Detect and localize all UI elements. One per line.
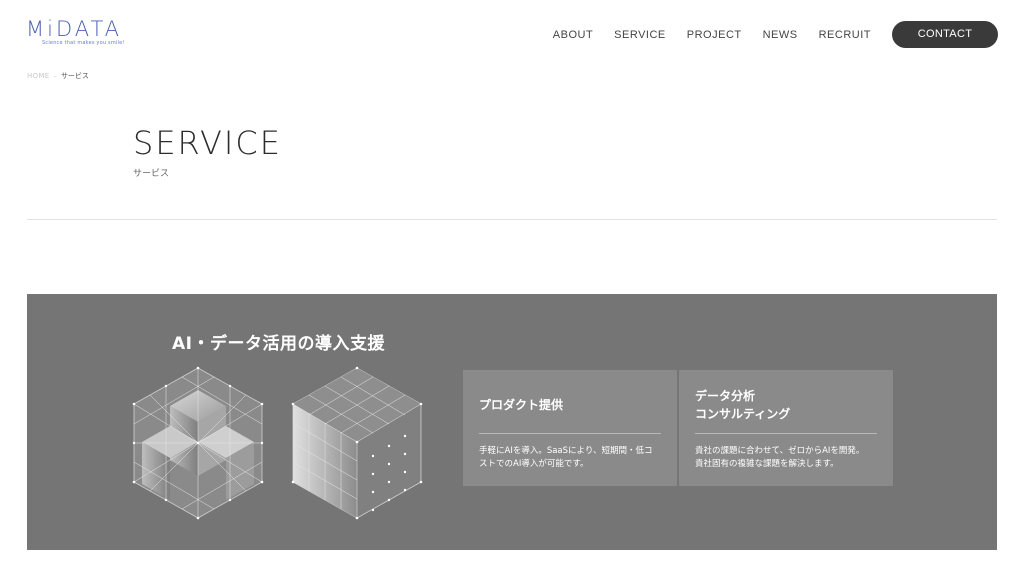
nav-project[interactable]: PROJECT [687,29,742,41]
nav-news[interactable]: NEWS [763,29,798,41]
contact-button[interactable]: CONTACT [892,21,998,48]
card-title-line1: データ分析 [695,389,756,403]
page-header: SERVICE サービス [133,124,282,179]
nav-about[interactable]: ABOUT [553,29,593,41]
card-divider [479,433,661,434]
divider [27,219,997,220]
main-nav: ABOUT SERVICE PROJECT NEWS RECRUIT CONTA… [532,21,998,48]
card-divider [695,433,877,434]
service-card-product[interactable]: プロダクト提供 手軽にAIを導入。SaaSにより、短期間・低コストでのAI導入が… [463,370,677,486]
card-title: プロダクト提供 [479,398,564,412]
breadcrumb-separator: – [53,72,57,80]
logo-tagline: Science that makes you smile! [42,40,125,46]
service-card-consulting[interactable]: データ分析 コンサルティング 貴社の課題に合わせて、ゼロからAIを開発。 貴社固… [679,370,893,486]
logo-wordmark: MiDATA [26,17,123,41]
card-title-line2: コンサルティング [695,407,791,421]
service-panel: AI・データ活用の導入支援 プロダクト提供 手軽にAIを導入。SaaSにより、短… [27,294,997,550]
card-desc-line2: 貴社固有の複雑な課題を解決します。 [695,459,839,469]
site-logo[interactable]: MiDATA Science that makes you smile! [26,18,125,46]
panel-title: AI・データ活用の導入支援 [172,334,385,354]
page-subtitle: サービス [133,169,170,179]
card-description: 手軽にAIを導入。SaaSにより、短期間・低コストでのAI導入が可能です。 [479,446,653,469]
card-title: データ分析 コンサルティング [695,387,885,423]
page-title: SERVICE [133,124,282,162]
nav-service[interactable]: SERVICE [614,29,666,41]
nav-recruit[interactable]: RECRUIT [819,29,871,41]
cube-grid-icon [291,366,423,520]
breadcrumb-home[interactable]: HOME [27,72,49,80]
breadcrumb: HOME – サービス [27,71,89,81]
card-desc-line1: 貴社の課題に合わせて、ゼロからAIを開発。 [695,446,865,456]
breadcrumb-current: サービス [60,72,89,80]
cube-blocks-icon [132,366,264,520]
card-description: 貴社の課題に合わせて、ゼロからAIを開発。 貴社固有の複雑な課題を解決します。 [695,445,877,471]
